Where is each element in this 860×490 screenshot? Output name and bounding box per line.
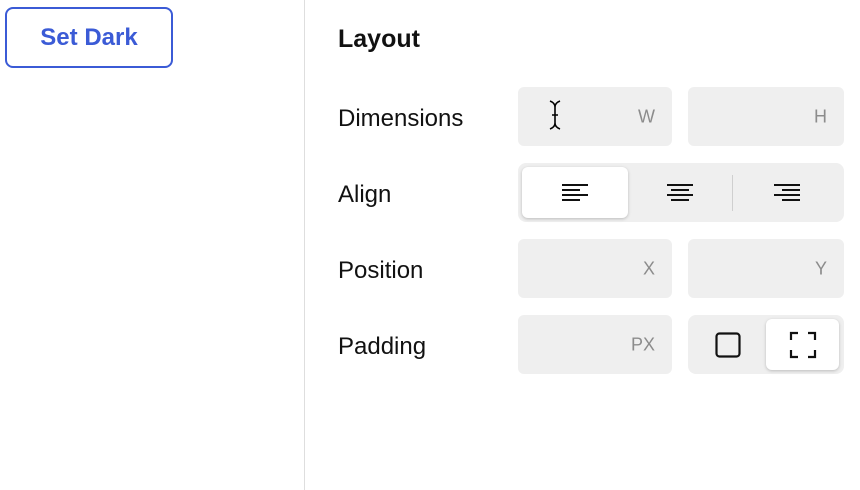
set-dark-button[interactable]: Set Dark [5,7,173,68]
dimensions-label: Dimensions [338,105,464,132]
padding-mode-control [688,315,844,374]
y-field[interactable]: Y [688,239,844,298]
padding-field[interactable]: PX [518,315,672,374]
expand-corners-icon [789,331,816,358]
panel-title: Layout [338,25,420,53]
width-suffix: W [638,106,655,126]
height-suffix: H [814,106,827,126]
pane-divider [304,0,305,490]
left-pane: Set Dark [0,0,304,490]
align-center-button[interactable] [628,167,732,218]
align-left-button[interactable] [522,167,628,218]
padding-suffix: PX [630,334,655,354]
x-field[interactable]: X [518,239,672,298]
padding-uniform-button[interactable] [692,319,764,370]
align-right-button[interactable] [734,167,840,218]
y-suffix: Y [814,258,827,278]
square-icon [715,331,741,358]
align-label: Align [338,181,392,208]
align-right-icon [774,183,800,201]
x-suffix: X [642,258,655,278]
width-field[interactable]: W [518,87,672,146]
align-center-icon [667,183,693,201]
height-field[interactable]: H [688,87,844,146]
position-label: Position [338,257,424,284]
padding-label: Padding [338,333,427,360]
align-separator [732,175,733,211]
align-segmented-control [518,163,844,222]
padding-individual-button[interactable] [766,319,839,370]
align-left-icon [562,183,588,201]
